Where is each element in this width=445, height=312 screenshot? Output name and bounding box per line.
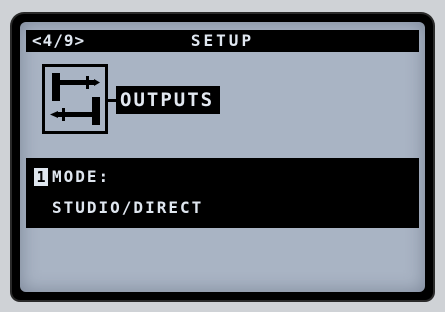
- output-jacks-icon-graphic: [50, 73, 100, 125]
- output-jacks-icon: [42, 64, 108, 134]
- lcd-screen: <4/9> SETUP OUTPUTS 1 MODE: STUDIO/DIREC…: [20, 22, 425, 292]
- parameter-value[interactable]: STUDIO/DIRECT: [52, 198, 203, 218]
- header-bar: <4/9> SETUP: [26, 30, 419, 52]
- parameter-number: 1: [34, 168, 48, 186]
- display-frame: <4/9> SETUP OUTPUTS 1 MODE: STUDIO/DIREC…: [12, 14, 433, 300]
- device-bezel: <4/9> SETUP OUTPUTS 1 MODE: STUDIO/DIREC…: [0, 0, 445, 312]
- parameter-panel[interactable]: 1 MODE: STUDIO/DIRECT: [26, 158, 419, 228]
- parameter-name: MODE:: [52, 167, 111, 186]
- screen-title: SETUP: [190, 31, 255, 50]
- section-label: OUTPUTS: [116, 86, 221, 114]
